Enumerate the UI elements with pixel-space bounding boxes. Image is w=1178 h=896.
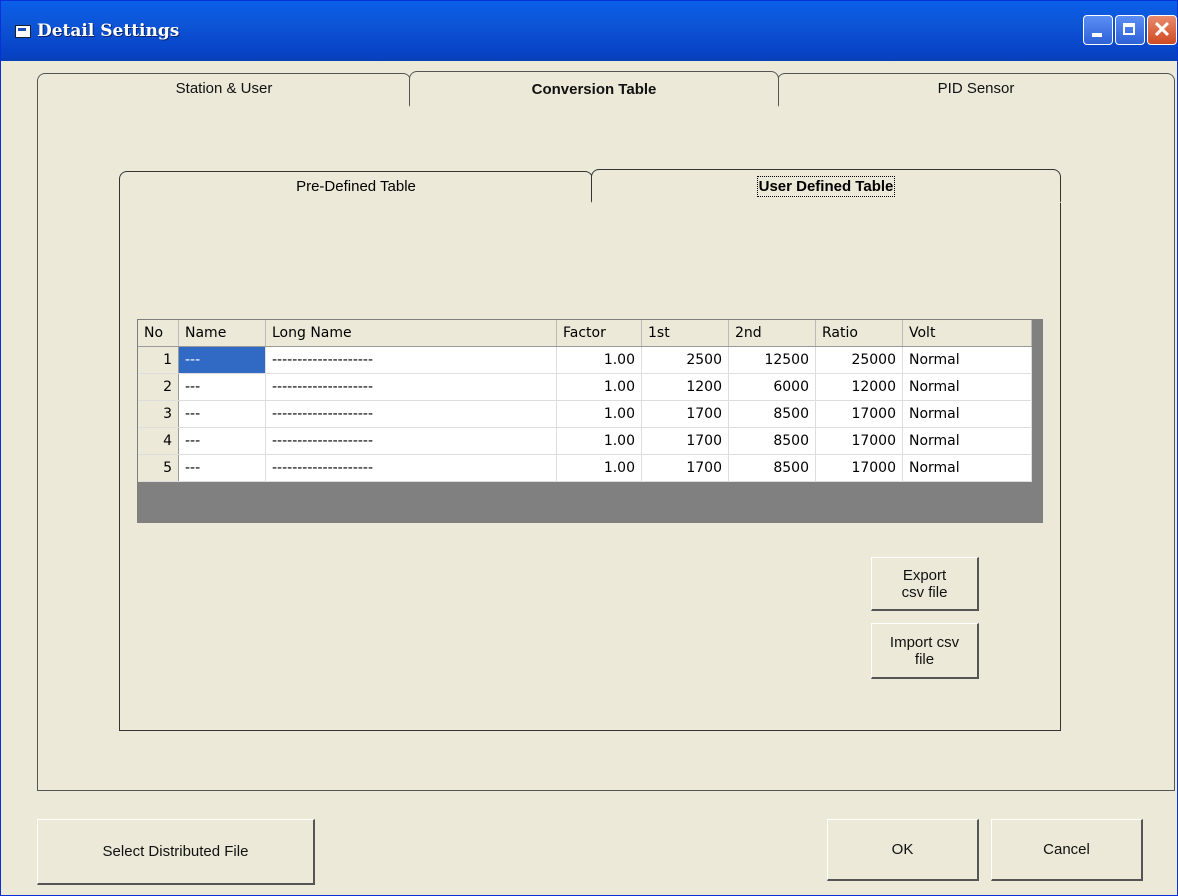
col-2nd[interactable]: 2nd <box>728 320 816 347</box>
cell-factor[interactable]: 1.00 <box>556 454 642 482</box>
cell-long-name[interactable]: -------------------- <box>265 346 557 374</box>
cell-ratio[interactable]: 12000 <box>815 373 903 401</box>
window-icon <box>15 25 31 38</box>
cell-1st[interactable]: 1200 <box>641 373 729 401</box>
col-name[interactable]: Name <box>178 320 266 347</box>
cell-long-name[interactable]: -------------------- <box>265 454 557 482</box>
tab-user-defined-table[interactable]: User Defined Table <box>591 169 1061 203</box>
cell-volt[interactable]: Normal <box>902 400 1032 428</box>
cell-factor[interactable]: 1.00 <box>556 427 642 455</box>
cell-name[interactable]: --- <box>178 427 266 455</box>
import-line-2: file <box>914 650 935 668</box>
cell-no: 1 <box>138 346 179 374</box>
cell-no: 2 <box>138 373 179 401</box>
cell-ratio[interactable]: 17000 <box>815 454 903 482</box>
cell-2nd[interactable]: 8500 <box>728 400 816 428</box>
close-button[interactable]: ✕ <box>1147 15 1177 45</box>
title-bar[interactable]: Detail Settings ✕ <box>1 1 1177 61</box>
table-row[interactable]: 2 --- -------------------- 1.00 1200 600… <box>138 373 1032 401</box>
minimize-button[interactable] <box>1083 15 1113 45</box>
tab-conversion-table[interactable]: Conversion Table <box>409 71 779 107</box>
cell-2nd[interactable]: 8500 <box>728 454 816 482</box>
col-long-name[interactable]: Long Name <box>265 320 557 347</box>
col-volt[interactable]: Volt <box>902 320 1032 347</box>
table-row[interactable]: 3 --- -------------------- 1.00 1700 850… <box>138 400 1032 428</box>
cell-volt[interactable]: Normal <box>902 427 1032 455</box>
import-line-1: Import csv <box>889 633 960 651</box>
cell-long-name[interactable]: -------------------- <box>265 400 557 428</box>
tab-station-user[interactable]: Station & User <box>37 73 411 103</box>
table-row[interactable]: 5 --- -------------------- 1.00 1700 850… <box>138 454 1032 482</box>
cell-name[interactable]: --- <box>178 400 266 428</box>
cell-factor[interactable]: 1.00 <box>556 373 642 401</box>
maximize-button[interactable] <box>1115 15 1145 45</box>
cell-volt[interactable]: Normal <box>902 373 1032 401</box>
cell-no: 3 <box>138 400 179 428</box>
cell-ratio[interactable]: 25000 <box>815 346 903 374</box>
cell-1st[interactable]: 1700 <box>641 454 729 482</box>
cell-name[interactable]: --- <box>178 346 266 374</box>
col-1st[interactable]: 1st <box>641 320 729 347</box>
cell-2nd[interactable]: 8500 <box>728 427 816 455</box>
cell-ratio[interactable]: 17000 <box>815 427 903 455</box>
cell-no: 5 <box>138 454 179 482</box>
conversion-table: No Name Long Name Factor 1st 2nd Ratio V… <box>138 320 1032 482</box>
cell-name[interactable]: --- <box>178 373 266 401</box>
window-title: Detail Settings <box>37 21 180 41</box>
cell-2nd[interactable]: 12500 <box>728 346 816 374</box>
tab-pid-sensor[interactable]: PID Sensor <box>777 73 1175 103</box>
col-ratio[interactable]: Ratio <box>815 320 903 347</box>
cell-long-name[interactable]: -------------------- <box>265 427 557 455</box>
table-row[interactable]: 1 --- -------------------- 1.00 2500 125… <box>138 346 1032 374</box>
cell-1st[interactable]: 2500 <box>641 346 729 374</box>
cell-1st[interactable]: 1700 <box>641 427 729 455</box>
import-csv-button[interactable]: Import csv file <box>871 623 979 679</box>
cell-factor[interactable]: 1.00 <box>556 346 642 374</box>
cell-volt[interactable]: Normal <box>902 454 1032 482</box>
export-csv-button[interactable]: Export csv file <box>871 557 979 611</box>
tab-pre-defined-table[interactable]: Pre-Defined Table <box>119 171 593 201</box>
export-line-2: csv file <box>901 583 948 601</box>
ok-button[interactable]: OK <box>827 819 979 881</box>
cancel-button[interactable]: Cancel <box>991 819 1143 881</box>
cell-name[interactable]: --- <box>178 454 266 482</box>
cell-long-name[interactable]: -------------------- <box>265 373 557 401</box>
cell-2nd[interactable]: 6000 <box>728 373 816 401</box>
export-line-1: Export <box>902 566 947 584</box>
table-row[interactable]: 4 --- -------------------- 1.00 1700 850… <box>138 427 1032 455</box>
select-distributed-file-button[interactable]: Select Distributed File <box>37 819 315 885</box>
cell-factor[interactable]: 1.00 <box>556 400 642 428</box>
tab-user-defined-label: User Defined Table <box>756 176 896 197</box>
cell-1st[interactable]: 1700 <box>641 400 729 428</box>
detail-settings-window: Detail Settings ✕ Station & User Convers… <box>0 0 1178 896</box>
cell-no: 4 <box>138 427 179 455</box>
col-no[interactable]: No <box>138 320 179 347</box>
cell-volt[interactable]: Normal <box>902 346 1032 374</box>
conversion-grid[interactable]: No Name Long Name Factor 1st 2nd Ratio V… <box>137 319 1043 523</box>
cell-ratio[interactable]: 17000 <box>815 400 903 428</box>
close-icon: ✕ <box>1152 17 1172 42</box>
col-factor[interactable]: Factor <box>556 320 642 347</box>
table-header-row: No Name Long Name Factor 1st 2nd Ratio V… <box>138 320 1032 347</box>
